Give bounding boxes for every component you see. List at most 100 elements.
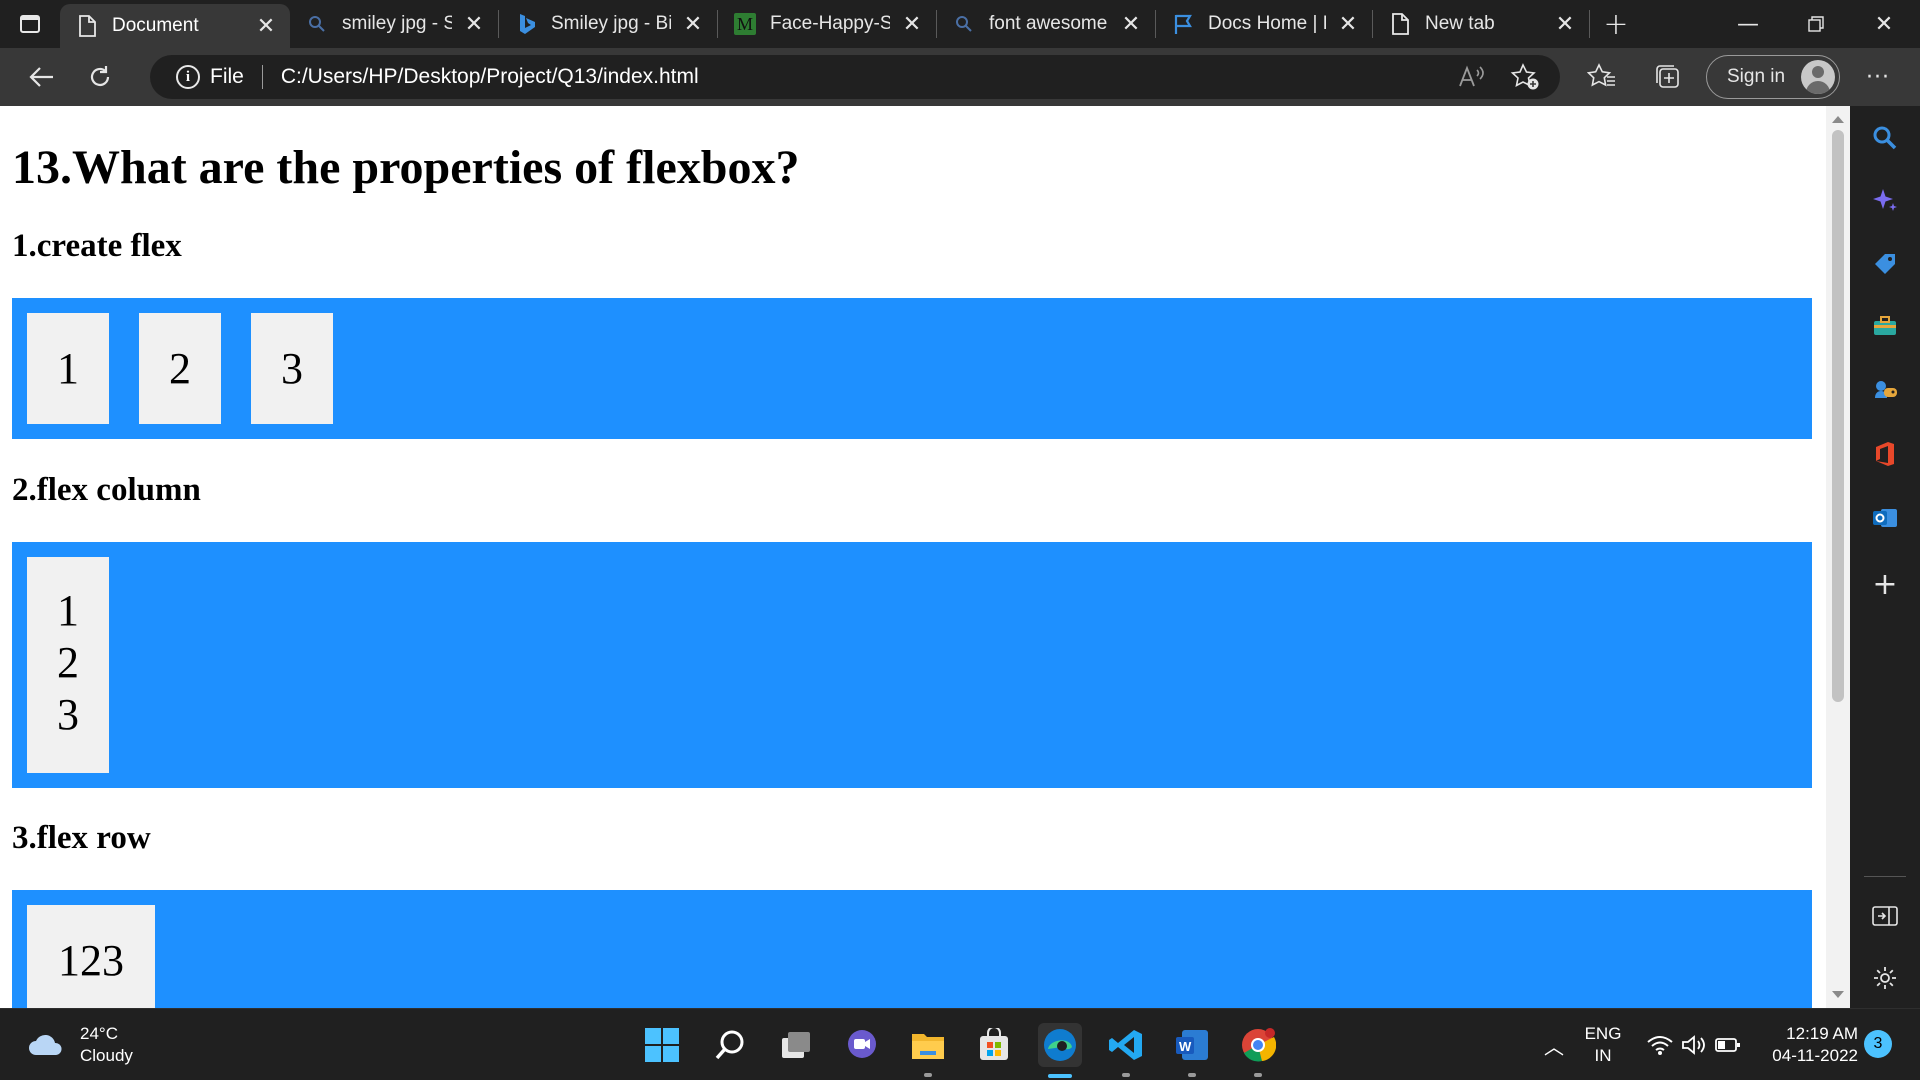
close-window-button[interactable]: ✕ (1850, 0, 1918, 48)
search-icon (1873, 126, 1897, 150)
tab-font-awesome[interactable]: font awesome ✕ (937, 0, 1155, 48)
active-indicator (1048, 1074, 1072, 1078)
word-button[interactable]: W (1170, 1023, 1214, 1077)
close-icon[interactable]: ✕ (681, 11, 705, 36)
sidebar-hide-button[interactable] (1865, 896, 1905, 936)
flex-column-item: 1 2 3 (27, 557, 109, 773)
restore-button[interactable] (1782, 0, 1850, 48)
sidebar-office-button[interactable] (1865, 434, 1905, 474)
show-hidden-icons-button[interactable]: ︿ (1532, 1023, 1576, 1067)
chrome-button[interactable] (1236, 1023, 1280, 1077)
avatar (1801, 60, 1835, 94)
tab-title: smiley jpg - Se (342, 13, 452, 34)
url-text[interactable]: C:/Users/HP/Desktop/Project/Q13/index.ht… (281, 65, 699, 89)
tab-document[interactable]: Document ✕ (60, 4, 290, 48)
collections-button[interactable] (1642, 51, 1694, 103)
page-title: 13.What are the properties of flexbox? (12, 141, 800, 194)
search-button[interactable] (708, 1023, 752, 1067)
plus-icon: + (1603, 6, 1629, 42)
task-view-icon (782, 1032, 810, 1058)
tab-new-tab[interactable]: New tab ✕ (1373, 0, 1589, 48)
flex-item: 3 (57, 690, 79, 739)
info-icon[interactable]: i (176, 65, 200, 89)
folder-icon (912, 1034, 944, 1059)
chevron-up-icon: ︿ (1544, 1034, 1564, 1059)
tab-actions-icon (20, 15, 40, 33)
page-icon (1389, 13, 1411, 35)
start-button[interactable] (640, 1023, 684, 1067)
tab-docs-home[interactable]: Docs Home | F ✕ (1156, 0, 1372, 48)
refresh-button[interactable] (74, 51, 126, 103)
bing-icon (515, 13, 537, 35)
close-icon[interactable]: ✕ (1119, 11, 1143, 36)
new-tab-button[interactable]: + (1590, 0, 1642, 48)
wifi-icon (1647, 1036, 1673, 1055)
weather-widget[interactable]: 24°C Cloudy (26, 1023, 133, 1067)
flex-container-row: 1 2 3 (12, 298, 1812, 439)
sidebar-outlook-button[interactable] (1865, 498, 1905, 538)
search-icon (715, 1030, 744, 1060)
store-button[interactable] (972, 1023, 1016, 1067)
quick-settings-button[interactable] (1640, 1023, 1748, 1067)
tab-smiley-search[interactable]: smiley jpg - Se ✕ (290, 0, 498, 48)
sidebar-add-button[interactable]: + (1865, 564, 1905, 604)
scrollbar-thumb[interactable] (1832, 130, 1844, 702)
favorites-button[interactable] (1576, 51, 1628, 103)
scroll-up-arrow-icon[interactable] (1832, 116, 1844, 123)
file-explorer-button[interactable] (906, 1023, 950, 1077)
scroll-down-arrow-icon[interactable] (1832, 991, 1844, 998)
sidebar-tools-button[interactable] (1865, 306, 1905, 346)
sidebar-settings-button[interactable] (1865, 958, 1905, 998)
edge-button[interactable] (1038, 1023, 1082, 1078)
sidebar-discover-button[interactable] (1865, 180, 1905, 220)
close-icon[interactable]: ✕ (1553, 11, 1577, 36)
tab-title: Document (112, 15, 199, 36)
taskbar: 24°C Cloudy W ︿ ENG IN 12:19 AM 04-11-20… (0, 1008, 1920, 1080)
flex-item: 123 (27, 905, 155, 1008)
add-favorite-icon[interactable] (1510, 63, 1540, 97)
close-icon[interactable]: ✕ (254, 13, 278, 38)
settings-more-button[interactable]: ··· (1852, 51, 1904, 103)
sidebar-shopping-button[interactable] (1865, 244, 1905, 284)
close-icon[interactable]: ✕ (1336, 11, 1360, 36)
edge-icon (1044, 1029, 1076, 1061)
minimize-button[interactable]: — (1714, 0, 1782, 48)
sidebar-games-button[interactable] (1865, 370, 1905, 410)
tab-face-happy[interactable]: M Face-Happy-Sr ✕ (718, 0, 936, 48)
tab-actions-button[interactable] (0, 0, 60, 48)
svg-text:W: W (1179, 1039, 1192, 1054)
tab-title: Docs Home | F (1208, 13, 1326, 34)
teams-chat-button[interactable] (840, 1023, 884, 1067)
page-viewport: 13.What are the properties of flexbox? 1… (0, 106, 1830, 1008)
clock-date: 04-11-2022 (1772, 1046, 1858, 1065)
clock[interactable]: 12:19 AM 04-11-2022 (1760, 1023, 1858, 1067)
language-indicator[interactable]: ENG IN (1576, 1023, 1630, 1067)
sidebar-search-button[interactable] (1865, 118, 1905, 158)
language-code: ENG (1584, 1024, 1622, 1043)
favorites-icon (1587, 63, 1615, 87)
tab-smiley-bing[interactable]: Smiley jpg - Bi ✕ (499, 0, 717, 48)
clock-time: 12:19 AM (1786, 1024, 1858, 1043)
page-scrollbar[interactable] (1826, 106, 1850, 1008)
close-icon[interactable]: ✕ (900, 11, 924, 36)
notification-badge[interactable]: 3 (1864, 1030, 1892, 1058)
section-title-flex-column: 2.flex column (12, 472, 201, 508)
back-button[interactable] (16, 51, 68, 103)
windows-icon (645, 1028, 679, 1062)
store-icon (980, 1028, 1008, 1060)
chrome-icon (1242, 1028, 1276, 1062)
sign-in-button[interactable]: Sign in (1706, 55, 1840, 99)
tab-title: New tab (1425, 13, 1495, 34)
task-view-button[interactable] (774, 1023, 818, 1067)
volume-icon (1682, 1035, 1705, 1055)
address-bar[interactable]: i File C:/Users/HP/Desktop/Project/Q13/i… (150, 55, 1560, 99)
close-icon[interactable]: ✕ (462, 11, 486, 36)
section-title-create-flex: 1.create flex (12, 228, 182, 264)
vscode-button[interactable] (1104, 1023, 1148, 1077)
sidebar-divider (1864, 876, 1906, 877)
weather-temp: 24°C (80, 1024, 118, 1043)
site-info-label[interactable]: File (210, 65, 244, 89)
cloud-icon (29, 1034, 62, 1055)
read-aloud-icon[interactable] (1458, 64, 1486, 96)
collections-icon (1656, 65, 1679, 88)
